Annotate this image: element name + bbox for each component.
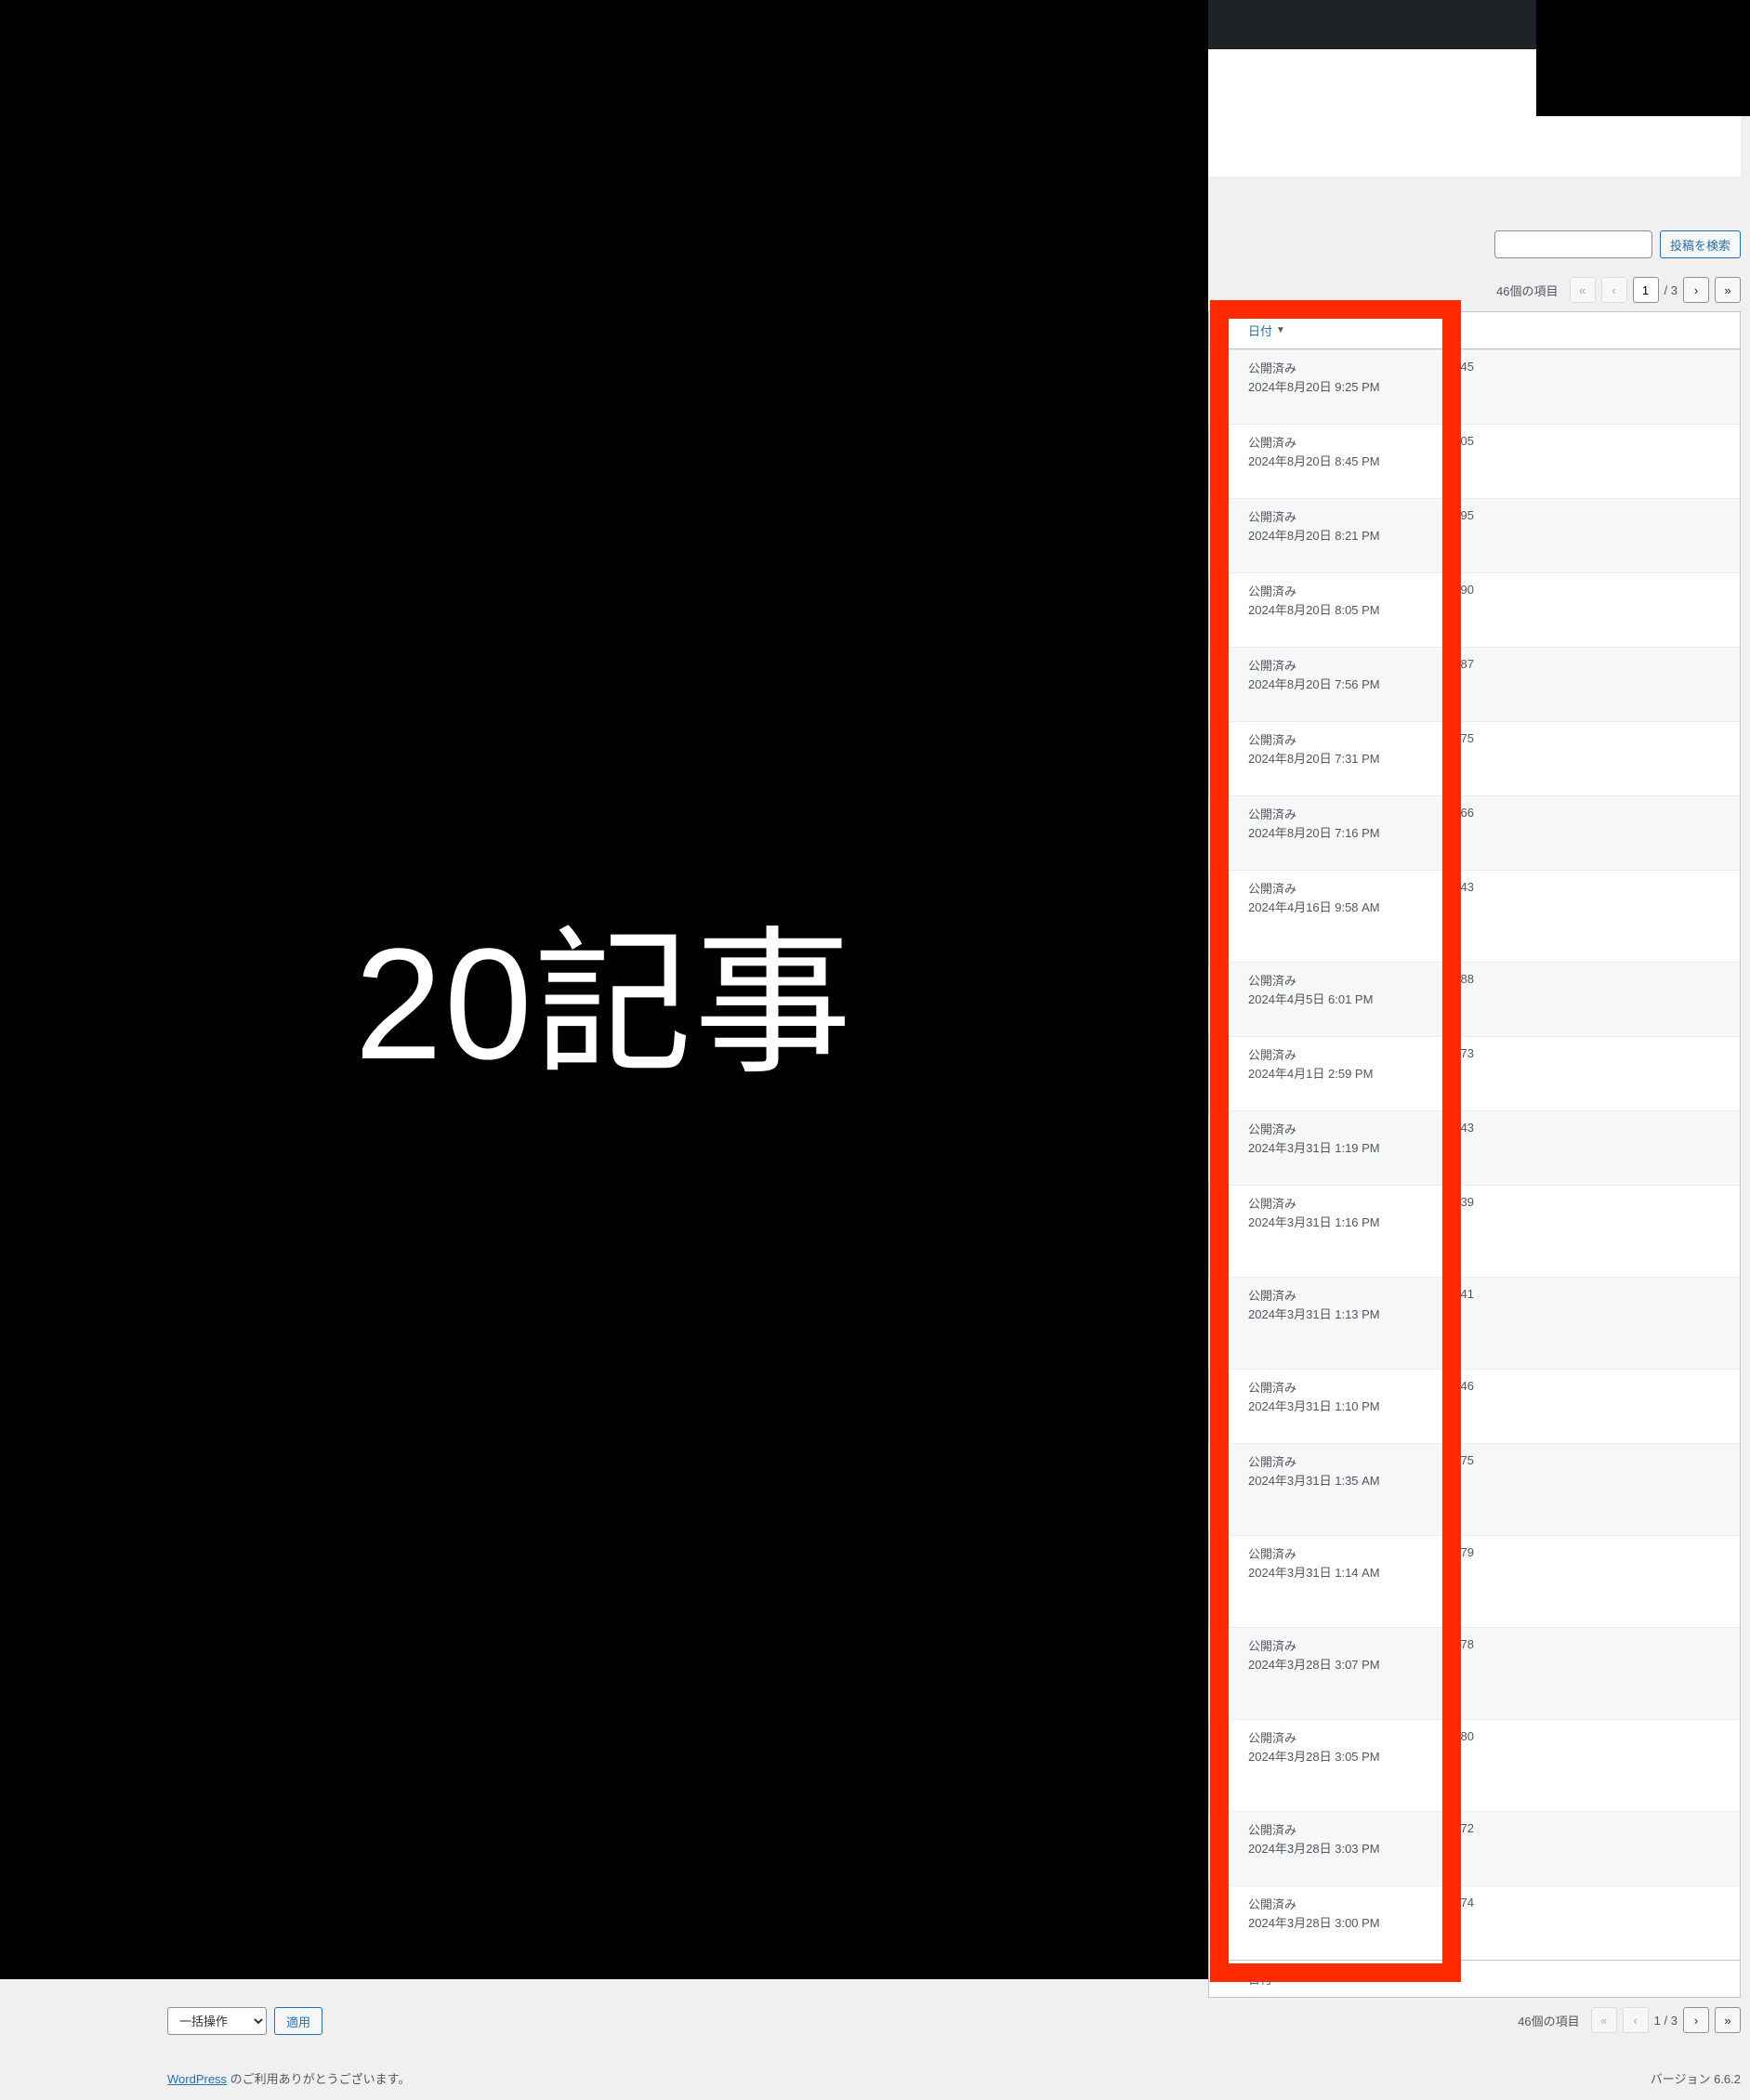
admin-bar xyxy=(1208,0,1536,49)
table-row[interactable]: 公開済み2024年3月31日 1:19 PM1243 xyxy=(1209,1110,1740,1185)
table-row[interactable]: 公開済み2024年3月31日 1:13 PM1241 xyxy=(1209,1277,1740,1369)
page-of-bottom: 1 / 3 xyxy=(1654,2014,1678,2028)
cell-id: 1239 xyxy=(1438,1186,1531,1277)
cell-date: 公開済み2024年3月31日 1:35 AM xyxy=(1209,1444,1438,1535)
table-row[interactable]: 公開済み2024年8月20日 8:21 PM2095 xyxy=(1209,498,1740,572)
cell-date: 公開済み2024年3月31日 1:10 PM xyxy=(1209,1370,1438,1443)
cell-id: 1488 xyxy=(1438,963,1531,1036)
cell-id: 1246 xyxy=(1438,1370,1531,1443)
search-input[interactable] xyxy=(1494,230,1652,258)
last-page-button[interactable]: » xyxy=(1715,277,1741,303)
overlay-text: 20記事 xyxy=(354,875,853,1104)
cell-id: 1072 xyxy=(1438,1812,1531,1885)
pagination-bottom: 46個の項目 « ‹ 1 / 3 › » xyxy=(1518,2007,1741,2033)
item-count: 46個の項目 xyxy=(1496,282,1558,299)
cell-date: 公開済み2024年8月20日 8:05 PM xyxy=(1209,573,1438,647)
overlay-topright xyxy=(1536,0,1750,116)
cell-date: 公開済み2024年8月20日 8:45 PM xyxy=(1209,425,1438,498)
table-row[interactable]: 公開済み2024年3月31日 1:16 PM1239 xyxy=(1209,1185,1740,1277)
column-footer-id[interactable]: ID xyxy=(1438,1961,1531,1997)
prev-page-button: ‹ xyxy=(1623,2007,1649,2033)
cell-id: 2075 xyxy=(1438,722,1531,795)
cell-id: 1074 xyxy=(1438,1886,1531,1960)
item-count: 46個の項目 xyxy=(1518,2012,1579,2029)
table-row[interactable]: 公開済み2024年3月28日 3:07 PM1078 xyxy=(1209,1627,1740,1719)
cell-date: 公開済み2024年3月28日 3:00 PM xyxy=(1209,1886,1438,1960)
page-of: / 3 xyxy=(1664,283,1678,297)
table-row[interactable]: 公開済み2024年8月20日 7:56 PM2087 xyxy=(1209,647,1740,721)
cell-date: 公開済み2024年8月20日 7:16 PM xyxy=(1209,796,1438,870)
cell-date: 公開済み2024年3月28日 3:05 PM xyxy=(1209,1720,1438,1811)
cell-id: 1080 xyxy=(1438,1720,1531,1811)
cell-id: 2090 xyxy=(1438,573,1531,647)
table-row[interactable]: 公開済み2024年3月31日 1:10 PM1246 xyxy=(1209,1369,1740,1443)
table-row[interactable]: 公開済み2024年8月20日 7:31 PM2075 xyxy=(1209,721,1740,795)
posts-table: 日付 ▼ ID 公開済み2024年8月20日 9:25 PM1745公開済み20… xyxy=(1208,311,1741,1998)
table-row[interactable]: 公開済み2024年4月16日 9:58 AM1743 xyxy=(1209,870,1740,962)
wordpress-link[interactable]: WordPress xyxy=(167,2072,227,2086)
column-header-id[interactable]: ID xyxy=(1438,312,1531,348)
pagination-top: 46個の項目 « ‹ / 3 › » xyxy=(1496,277,1741,303)
cell-id: 1241 xyxy=(1438,1278,1531,1369)
cell-date: 公開済み2024年3月28日 3:07 PM xyxy=(1209,1628,1438,1719)
cell-date: 公開済み2024年8月20日 8:21 PM xyxy=(1209,499,1438,572)
prev-page-button: ‹ xyxy=(1601,277,1627,303)
footer-version: バージョン 6.6.2 xyxy=(1651,2069,1741,2087)
cell-id: 1475 xyxy=(1438,1444,1531,1535)
cell-id: 2066 xyxy=(1438,796,1531,870)
cell-id: 1745 xyxy=(1438,350,1531,424)
table-row[interactable]: 公開済み2024年3月31日 1:14 AM1479 xyxy=(1209,1535,1740,1627)
table-row[interactable]: 公開済み2024年4月1日 2:59 PM1473 xyxy=(1209,1036,1740,1110)
cell-date: 公開済み2024年4月1日 2:59 PM xyxy=(1209,1037,1438,1110)
cell-id: 1743 xyxy=(1438,871,1531,962)
table-row[interactable]: 公開済み2024年8月20日 7:16 PM2066 xyxy=(1209,795,1740,870)
table-row[interactable]: 公開済み2024年8月20日 8:45 PM2105 xyxy=(1209,424,1740,498)
current-page-input[interactable] xyxy=(1633,277,1659,303)
footer: WordPress のご利用ありがとうございます。 バージョン 6.6.2 xyxy=(167,2069,1741,2087)
table-row[interactable]: 公開済み2024年3月31日 1:35 AM1475 xyxy=(1209,1443,1740,1535)
cell-id: 2105 xyxy=(1438,425,1531,498)
apply-button[interactable]: 適用 xyxy=(274,2007,322,2035)
cell-date: 公開済み2024年4月16日 9:58 AM xyxy=(1209,871,1438,962)
cell-id: 2095 xyxy=(1438,499,1531,572)
cell-date: 公開済み2024年3月31日 1:14 AM xyxy=(1209,1536,1438,1627)
next-page-button[interactable]: › xyxy=(1683,277,1709,303)
search-row: 投稿を検索 xyxy=(1494,230,1741,258)
cell-date: 公開済み2024年8月20日 9:25 PM xyxy=(1209,350,1438,424)
table-row[interactable]: 公開済み2024年4月5日 6:01 PM1488 xyxy=(1209,962,1740,1036)
table-row[interactable]: 公開済み2024年8月20日 9:25 PM1745 xyxy=(1209,349,1740,424)
bulk-action-select[interactable]: 一括操作 xyxy=(167,2007,267,2035)
table-row[interactable]: 公開済み2024年3月28日 3:03 PM1072 xyxy=(1209,1811,1740,1885)
table-row[interactable]: 公開済み2024年3月28日 3:00 PM1074 xyxy=(1209,1885,1740,1960)
column-footer-date[interactable]: 日付 ▼ xyxy=(1209,1961,1438,1997)
cell-date: 公開済み2024年3月28日 3:03 PM xyxy=(1209,1812,1438,1885)
table-head: 日付 ▼ ID xyxy=(1209,312,1740,349)
cell-id: 1243 xyxy=(1438,1111,1531,1185)
first-page-button: « xyxy=(1591,2007,1617,2033)
sort-arrow-icon: ▼ xyxy=(1276,1974,1285,1984)
annotation-overlay: 20記事 xyxy=(0,0,1208,1979)
cell-id: 1473 xyxy=(1438,1037,1531,1110)
sort-arrow-icon: ▼ xyxy=(1276,325,1285,335)
cell-date: 公開済み2024年8月20日 7:31 PM xyxy=(1209,722,1438,795)
table-row[interactable]: 公開済み2024年3月28日 3:05 PM1080 xyxy=(1209,1719,1740,1811)
first-page-button: « xyxy=(1570,277,1596,303)
cell-date: 公開済み2024年3月31日 1:19 PM xyxy=(1209,1111,1438,1185)
footer-left: WordPress のご利用ありがとうございます。 xyxy=(167,2069,410,2087)
table-row[interactable]: 公開済み2024年8月20日 8:05 PM2090 xyxy=(1209,572,1740,647)
cell-date: 公開済み2024年8月20日 7:56 PM xyxy=(1209,648,1438,721)
cell-id: 1479 xyxy=(1438,1536,1531,1627)
cell-date: 公開済み2024年3月31日 1:16 PM xyxy=(1209,1186,1438,1277)
column-header-date[interactable]: 日付 ▼ xyxy=(1209,312,1438,348)
next-page-button[interactable]: › xyxy=(1683,2007,1709,2033)
bulk-actions: 一括操作 適用 xyxy=(167,2007,322,2035)
last-page-button[interactable]: » xyxy=(1715,2007,1741,2033)
table-foot: 日付 ▼ ID xyxy=(1209,1960,1740,1997)
cell-id: 1078 xyxy=(1438,1628,1531,1719)
search-posts-button[interactable]: 投稿を検索 xyxy=(1660,230,1741,258)
cell-date: 公開済み2024年3月31日 1:13 PM xyxy=(1209,1278,1438,1369)
cell-date: 公開済み2024年4月5日 6:01 PM xyxy=(1209,963,1438,1036)
cell-id: 2087 xyxy=(1438,648,1531,721)
